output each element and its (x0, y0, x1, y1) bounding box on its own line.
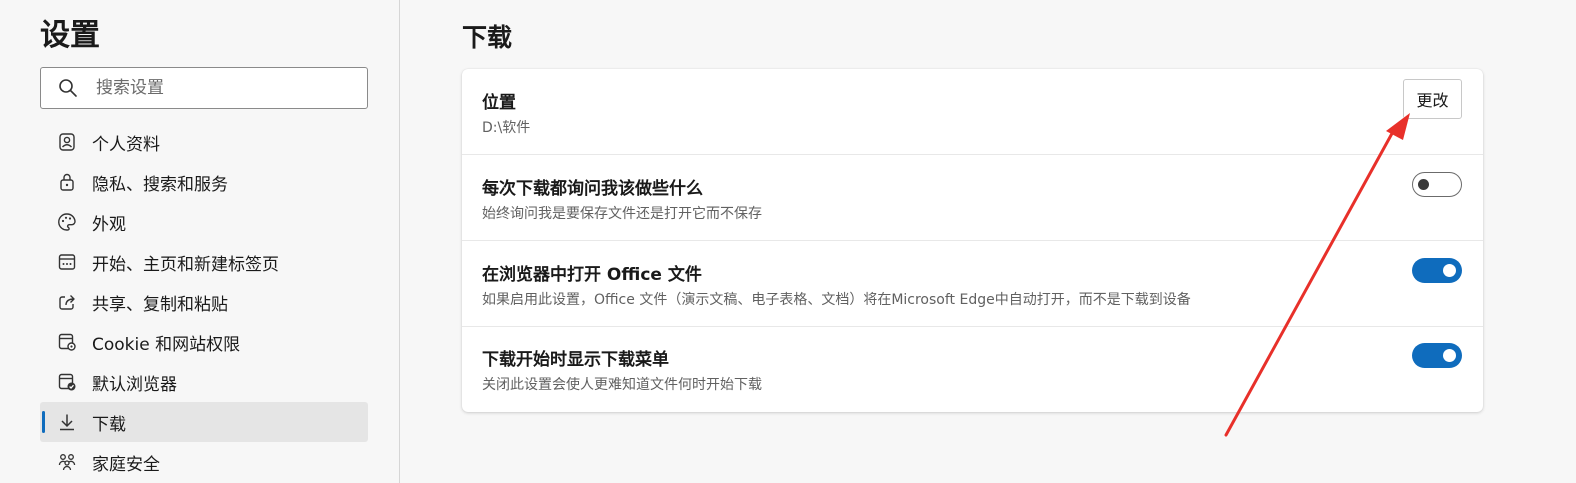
location-path: D:\软件 (482, 120, 531, 136)
start-page-icon (56, 251, 78, 273)
sidebar-item-appearance[interactable]: 外观 (40, 202, 368, 242)
search-input[interactable] (96, 78, 346, 98)
sidebar-item-cookies[interactable]: Cookie 和网站权限 (40, 322, 368, 362)
open-office-row: 在浏览器中打开 Office 文件 如果启用此设置，Office 文件（演示文稿… (462, 241, 1483, 327)
sidebar-item-label: 家庭安全 (92, 454, 160, 475)
location-title: 位置 (482, 93, 516, 113)
show-downloads-menu-toggle[interactable] (1412, 343, 1462, 368)
sidebar-nav: 个人资料 隐私、搜索和服务 外观 开始、主页和新建标签页 共享、复制和粘贴 Co… (40, 122, 368, 482)
toggle-knob (1443, 264, 1456, 277)
show-downloads-menu-title: 下载开始时显示下载菜单 (482, 350, 669, 370)
settings-sidebar: 设置 个人资料 隐私、搜索和服务 外观 (0, 0, 400, 483)
palette-icon (56, 211, 78, 233)
ask-each-download-description: 始终询问我是要保存文件还是打开它而不保存 (482, 206, 762, 222)
sidebar-item-privacy[interactable]: 隐私、搜索和服务 (40, 162, 368, 202)
cookie-settings-icon (56, 331, 78, 353)
sidebar-item-label: 个人资料 (92, 134, 160, 155)
family-icon (56, 451, 78, 473)
download-icon (56, 411, 78, 433)
ask-each-download-row: 每次下载都询问我该做些什么 始终询问我是要保存文件还是打开它而不保存 (462, 155, 1483, 241)
ask-each-download-toggle[interactable] (1412, 172, 1462, 197)
open-office-toggle[interactable] (1412, 258, 1462, 283)
sidebar-item-start-page[interactable]: 开始、主页和新建标签页 (40, 242, 368, 282)
page-title: 下载 (462, 23, 513, 52)
search-box[interactable] (40, 67, 368, 109)
change-location-button[interactable]: 更改 (1403, 79, 1462, 119)
default-browser-icon (56, 371, 78, 393)
search-icon (59, 79, 77, 97)
sidebar-item-label: 隐私、搜索和服务 (92, 174, 228, 195)
sidebar-item-label: 默认浏览器 (92, 374, 177, 395)
sidebar-item-share[interactable]: 共享、复制和粘贴 (40, 282, 368, 322)
profile-icon (56, 131, 78, 153)
open-office-description: 如果启用此设置，Office 文件（演示文稿、电子表格、文档）将在Microso… (482, 292, 1191, 308)
sidebar-title: 设置 (40, 18, 100, 53)
lock-icon (56, 171, 78, 193)
toggle-knob (1443, 349, 1456, 362)
show-downloads-menu-row: 下载开始时显示下载菜单 关闭此设置会使人更难知道文件何时开始下载 (462, 326, 1483, 412)
sidebar-item-label: Cookie 和网站权限 (92, 334, 241, 355)
show-downloads-menu-description: 关闭此设置会使人更难知道文件何时开始下载 (482, 377, 762, 393)
downloads-settings-card: 位置 D:\软件 更改 每次下载都询问我该做些什么 始终询问我是要保存文件还是打… (462, 69, 1483, 412)
location-row: 位置 D:\软件 更改 (462, 69, 1483, 155)
sidebar-item-default-browser[interactable]: 默认浏览器 (40, 362, 368, 402)
sidebar-item-label: 共享、复制和粘贴 (92, 294, 228, 315)
sidebar-item-profile[interactable]: 个人资料 (40, 122, 368, 162)
toggle-knob (1418, 179, 1429, 190)
sidebar-item-downloads[interactable]: 下载 (40, 402, 368, 442)
sidebar-item-label: 下载 (92, 414, 126, 435)
sidebar-item-label: 开始、主页和新建标签页 (92, 254, 279, 275)
sidebar-item-label: 外观 (92, 214, 126, 235)
main-content: 下载 位置 D:\软件 更改 每次下载都询问我该做些什么 始终询问我是要保存文件… (400, 0, 1576, 483)
ask-each-download-title: 每次下载都询问我该做些什么 (482, 179, 703, 199)
share-icon (56, 291, 78, 313)
open-office-title: 在浏览器中打开 Office 文件 (482, 265, 702, 285)
sidebar-item-family[interactable]: 家庭安全 (40, 442, 368, 482)
